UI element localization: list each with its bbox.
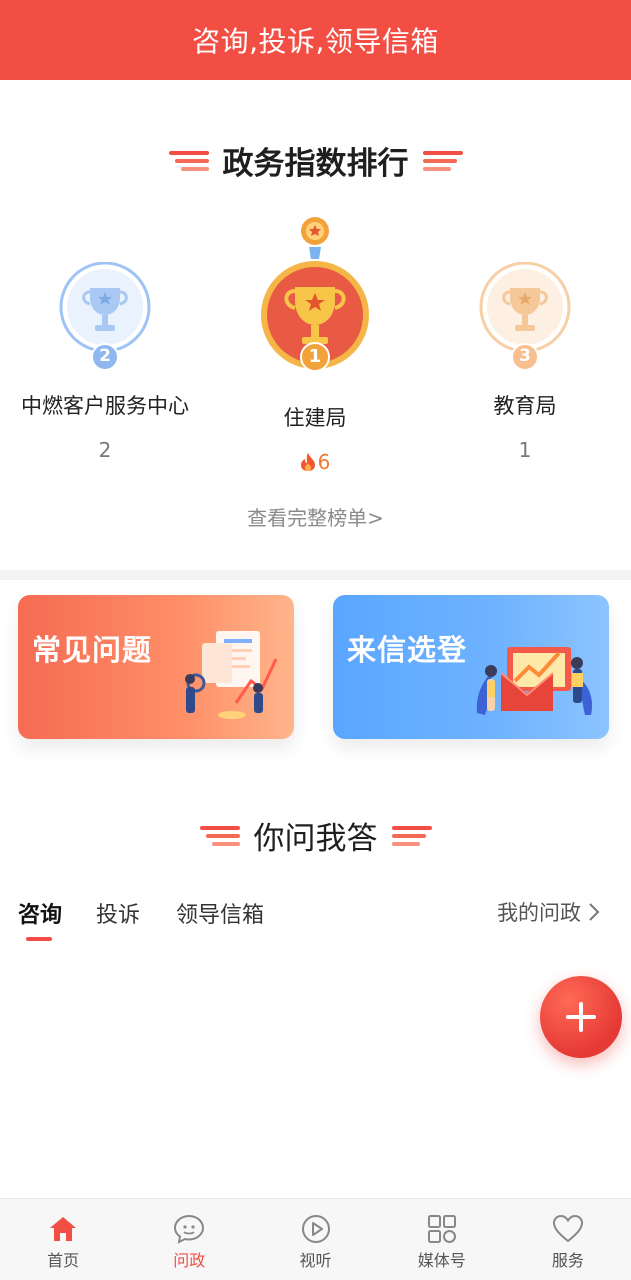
nav-item-media-account[interactable]: 媒体号: [379, 1199, 505, 1280]
tab-complaint[interactable]: 投诉: [96, 897, 140, 929]
plus-icon: [566, 1002, 596, 1032]
title-decoration-left-icon: [199, 825, 240, 846]
rank-card-3[interactable]: 3 教育局 1: [420, 261, 630, 462]
nav-label-media: 视听: [299, 1251, 332, 1270]
grid-icon: [427, 1215, 456, 1243]
add-inquiry-button[interactable]: [540, 976, 622, 1058]
rank-badge-3: 3: [519, 346, 531, 366]
chevron-right-icon: [589, 903, 600, 921]
flame-icon: [300, 453, 315, 471]
nav-item-media[interactable]: 视听: [252, 1199, 378, 1280]
nav-label-inquiry: 问政: [173, 1251, 206, 1270]
header-title: 咨询,投诉,领导信箱: [192, 25, 439, 58]
nav-item-inquiry[interactable]: 问政: [126, 1199, 252, 1280]
faq-banner-label: 常见问题: [32, 633, 153, 667]
rank-count-1-value: 6: [317, 450, 331, 474]
play-circle-icon: [301, 1215, 330, 1243]
nav-label-home: 首页: [47, 1251, 80, 1270]
my-inquiries-link[interactable]: 我的问政: [497, 897, 601, 927]
rank-name-3: 教育局: [493, 394, 557, 418]
heart-icon: [552, 1214, 583, 1243]
rank-name-1: 住建局: [283, 406, 347, 430]
tab-consult[interactable]: 咨询: [18, 897, 62, 929]
letters-illustration-icon: [476, 647, 593, 715]
nav-label-media-account: 媒体号: [417, 1251, 466, 1270]
view-full-ranking-link[interactable]: 查看完整榜单>: [0, 502, 631, 531]
qa-title: 你问我答: [253, 821, 378, 857]
nav-item-home[interactable]: 首页: [0, 1199, 126, 1280]
section-divider: [0, 570, 631, 580]
rank-count-2: 2: [98, 438, 112, 462]
chat-bubble-icon: [174, 1214, 205, 1244]
faq-banner[interactable]: 常见问题: [18, 595, 294, 739]
rank-badge-2: 2: [99, 346, 111, 366]
bottom-navigation: 首页 问政 视听 媒体号 服务: [0, 1198, 631, 1280]
qa-tabs: 咨询 投诉 领导信箱 我的问政: [0, 897, 631, 945]
app-header: 咨询,投诉,领导信箱: [0, 0, 631, 80]
ranking-section-title: 政务指数排行: [0, 138, 631, 183]
title-decoration-left-icon: [168, 150, 209, 171]
faq-illustration-icon: [185, 631, 278, 719]
selected-letters-banner-label: 来信选登: [347, 633, 468, 667]
rank-card-1[interactable]: 1 住建局 6: [210, 215, 420, 474]
title-decoration-right-icon: [422, 150, 463, 171]
rank-name-2: 中燃客户服务中心: [21, 394, 189, 418]
ranking-title: 政务指数排行: [222, 146, 409, 182]
rank-count-3: 1: [518, 438, 532, 462]
qa-section-title: 你问我答: [0, 813, 631, 858]
active-tab-indicator: [26, 937, 52, 941]
rank-badge-1: 1: [308, 346, 322, 367]
my-inquiries-label: 我的问政: [497, 901, 581, 925]
title-decoration-right-icon: [391, 825, 432, 846]
rank-count-1: 6: [210, 450, 420, 474]
nav-label-service: 服务: [551, 1251, 584, 1270]
tab-leader-mailbox[interactable]: 领导信箱: [176, 897, 264, 929]
nav-item-service[interactable]: 服务: [505, 1199, 631, 1280]
rank-card-2[interactable]: 2 中燃客户服务中心 2: [0, 261, 210, 462]
home-icon: [50, 1217, 77, 1241]
selected-letters-banner[interactable]: 来信选登: [333, 595, 609, 739]
